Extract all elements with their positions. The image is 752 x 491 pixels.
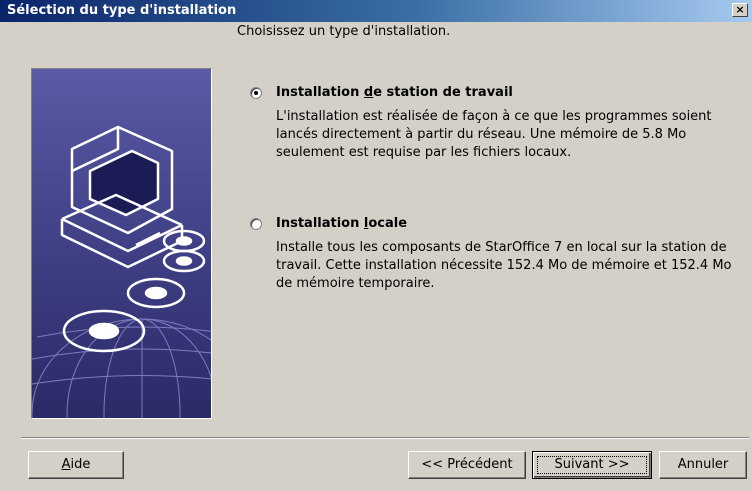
cancel-button[interactable]: Annuler (659, 451, 747, 479)
close-button[interactable]: × (732, 3, 748, 17)
help-button-label: Aide (61, 457, 91, 472)
radio-unselected-icon[interactable] (250, 218, 262, 230)
option-workstation-description: L'installation est réalisée de façon à c… (276, 109, 712, 160)
cancel-button-label: Annuler (677, 457, 729, 472)
next-button[interactable]: Suivant >> (532, 451, 652, 479)
back-button-label: << Précédent (421, 457, 513, 472)
prompt-text: Choisissez un type d'installation. (237, 24, 451, 39)
close-icon: × (735, 3, 745, 16)
installer-illustration (31, 68, 212, 419)
radio-selected-icon[interactable] (250, 87, 262, 99)
back-button[interactable]: << Précédent (408, 451, 526, 479)
option-workstation-label[interactable]: Installation de station de travail (276, 85, 513, 100)
help-button[interactable]: Aide (28, 451, 124, 479)
title-bar: Sélection du type d'installation × (0, 0, 752, 22)
option-local-description: Installe tous les composants de StarOffi… (276, 240, 732, 291)
next-button-label: Suivant >> (554, 457, 630, 472)
window-title: Sélection du type d'installation (7, 3, 237, 18)
footer-separator (21, 437, 749, 439)
option-local-label[interactable]: Installation locale (276, 216, 407, 231)
